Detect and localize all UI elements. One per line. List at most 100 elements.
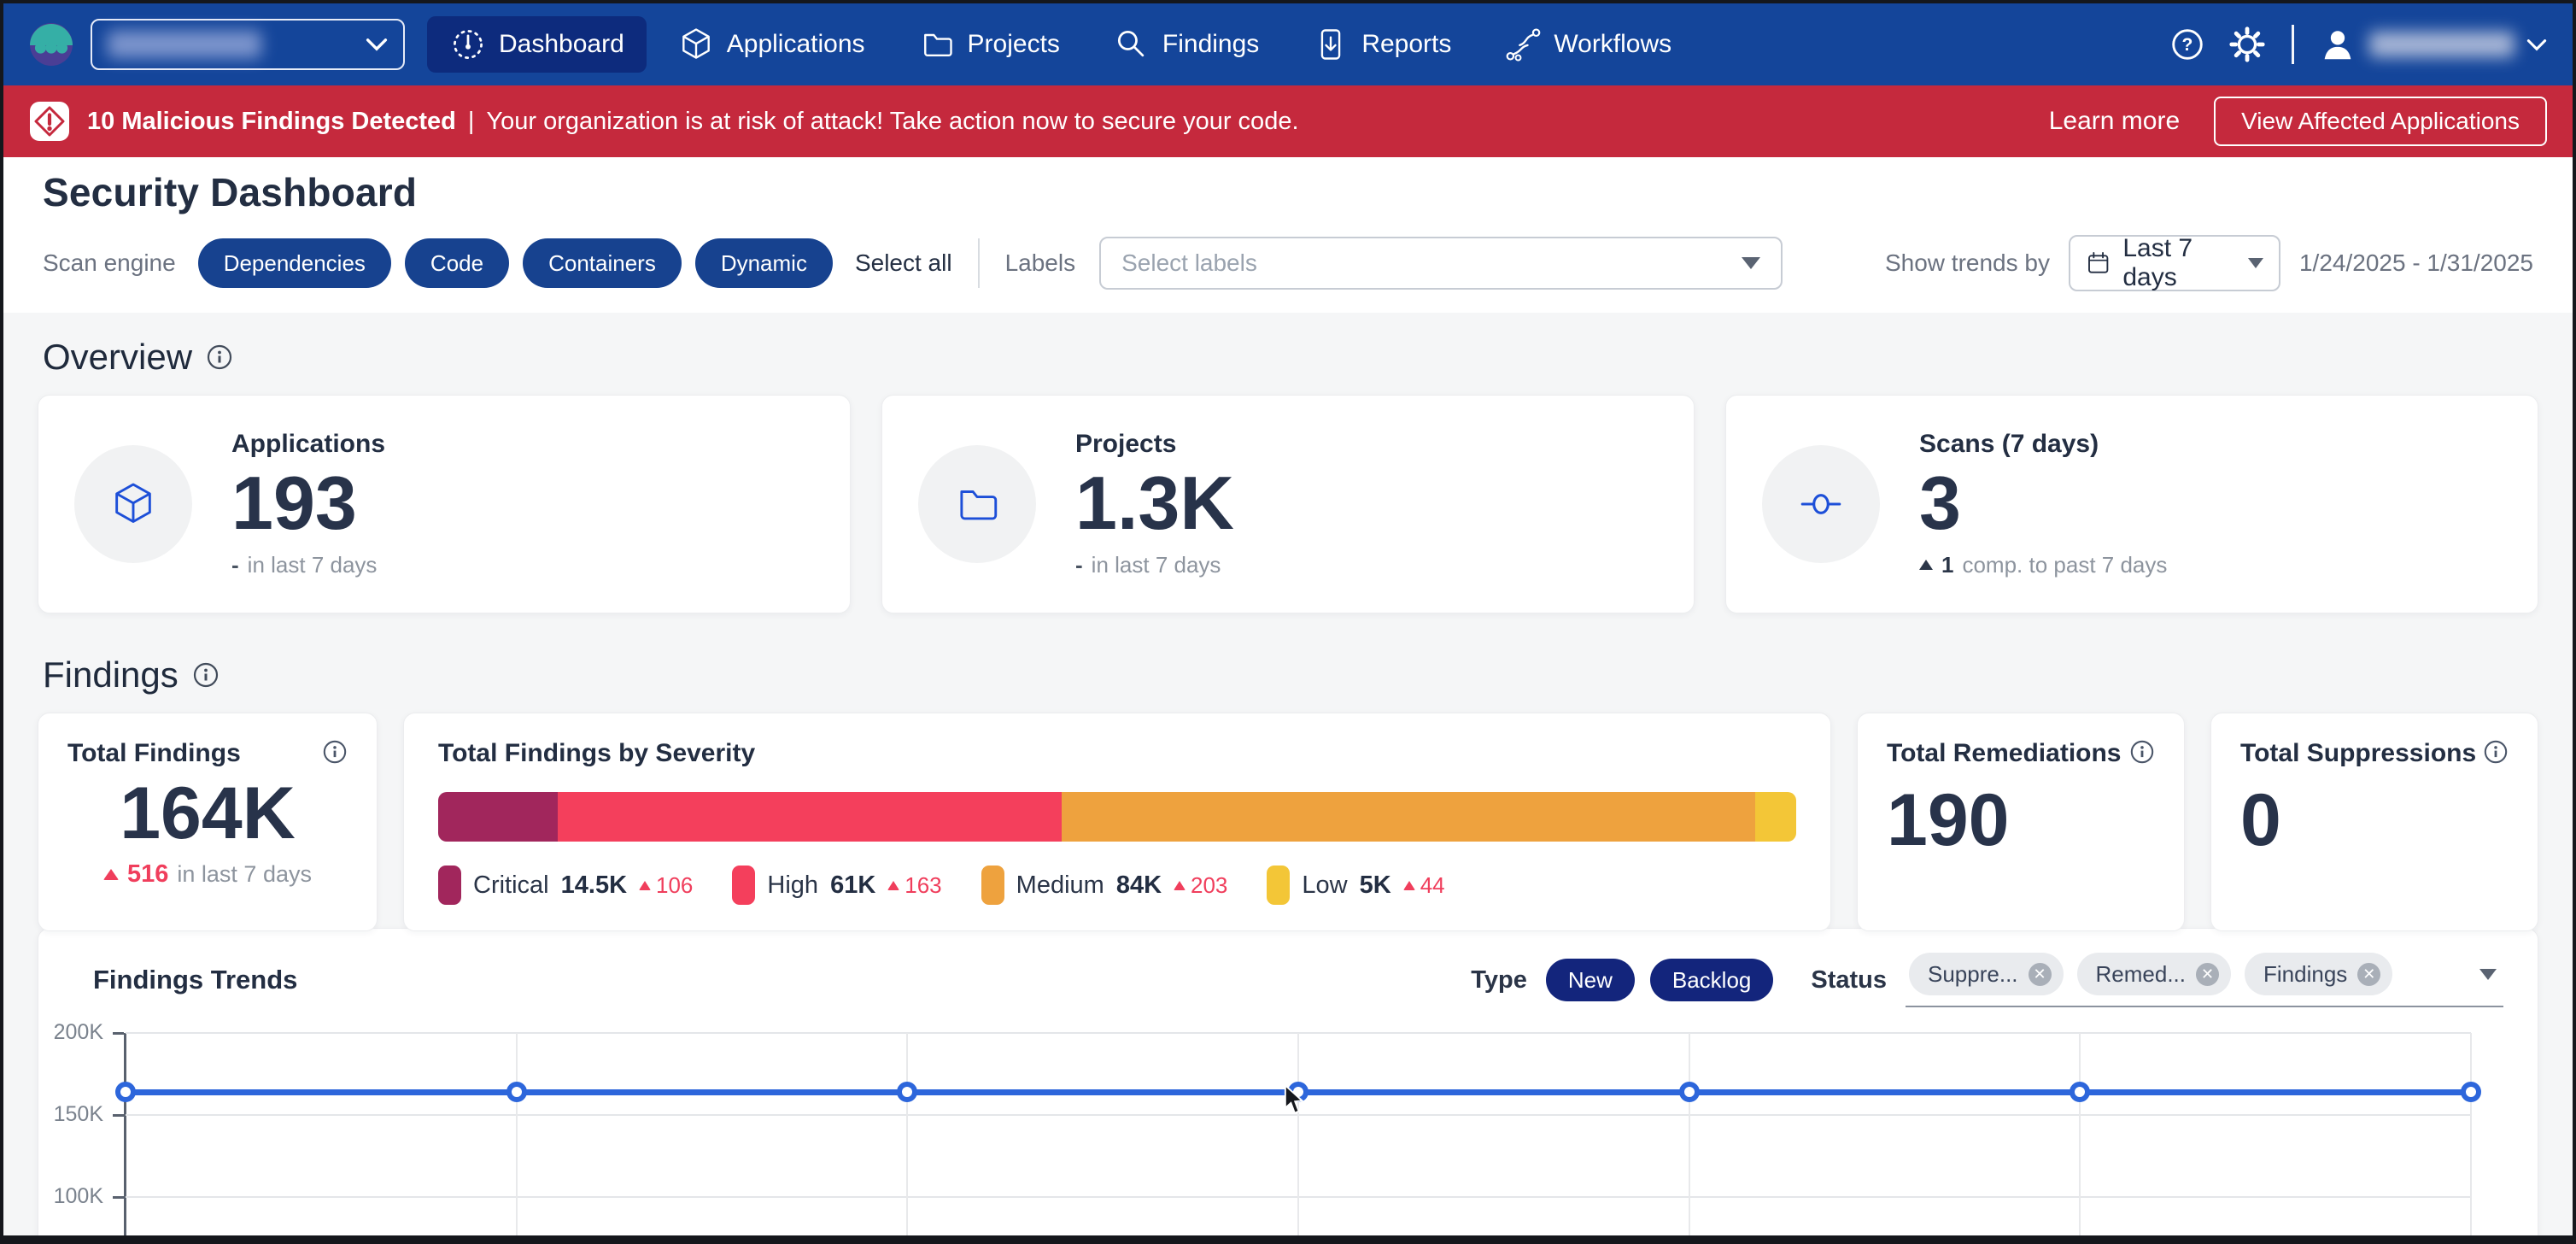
nav-label: Workflows (1554, 30, 1671, 59)
organization-selector[interactable] (91, 19, 405, 70)
engine-pill-dependencies[interactable]: Dependencies (198, 238, 391, 288)
info-icon[interactable] (2483, 739, 2509, 765)
nav-item-workflows[interactable]: Workflows (1482, 16, 1694, 73)
y-tick (113, 1032, 124, 1035)
card-subtext: 1 comp. to past 7 days (1919, 552, 2167, 578)
nav-item-findings[interactable]: Findings (1091, 16, 1281, 73)
show-trends-label: Show trends by (1885, 249, 2050, 277)
learn-more-link[interactable]: Learn more (2049, 107, 2180, 136)
gridline-v (2079, 1033, 2081, 1235)
scan-engine-pills: Dependencies Code Containers Dynamic (198, 238, 833, 288)
info-icon[interactable] (206, 343, 233, 371)
engine-pill-dynamic[interactable]: Dynamic (695, 238, 833, 288)
gridline-v (2470, 1033, 2472, 1235)
total-findings-card: Total Findings 164K 516 in last 7 days (38, 713, 378, 931)
legend-delta: 203 (1174, 872, 1227, 899)
card-label: Scans (7 days) (1919, 430, 2167, 459)
legend-item-low: Low 5K 44 (1267, 866, 1444, 905)
top-nav: Dashboard Applications Projects (3, 3, 2573, 85)
organization-name-redacted (108, 31, 261, 58)
nav-item-dashboard[interactable]: Dashboard (427, 16, 647, 73)
legend-value: 5K (1360, 871, 1391, 900)
gridline-v (1297, 1033, 1299, 1235)
y-tick (113, 1196, 124, 1199)
trend-point[interactable] (2461, 1082, 2481, 1102)
report-document-icon (1312, 26, 1349, 63)
severity-segment-medium[interactable] (1062, 792, 1755, 842)
nav-utilities: ? (2167, 24, 2547, 65)
nav-item-reports[interactable]: Reports (1290, 16, 1473, 73)
folder-icon (952, 479, 1002, 529)
gear-icon (2228, 25, 2267, 64)
caret-down-icon (1742, 257, 1760, 269)
select-all-link[interactable]: Select all (855, 249, 952, 277)
engine-pill-containers[interactable]: Containers (523, 238, 682, 288)
nav-label: Reports (1361, 30, 1451, 59)
remove-chip-icon[interactable]: ✕ (2196, 963, 2219, 986)
user-name-redacted (2369, 32, 2515, 57)
trend-point[interactable] (506, 1082, 527, 1102)
search-icon (1113, 26, 1150, 63)
delta-up-icon (1403, 881, 1415, 890)
card-value: 3 (1919, 464, 2167, 543)
trend-point[interactable] (2070, 1082, 2090, 1102)
view-affected-applications-button[interactable]: View Affected Applications (2214, 97, 2547, 146)
page-header: Security Dashboard Scan engine Dependenc… (3, 157, 2573, 313)
legend-delta: 106 (639, 872, 693, 899)
nav-item-projects[interactable]: Projects (896, 16, 1082, 73)
card-label: Projects (1075, 430, 1234, 459)
date-range-text: 1/24/2025 - 1/31/2025 (2299, 249, 2533, 277)
trend-point[interactable] (115, 1082, 136, 1102)
legend-name: High (767, 871, 818, 900)
info-icon[interactable] (192, 661, 220, 689)
labels-label: Labels (1005, 249, 1076, 277)
severity-segment-critical[interactable] (438, 792, 558, 842)
gridline-v (516, 1033, 518, 1235)
user-menu[interactable] (2318, 25, 2547, 64)
app-window: Dashboard Applications Projects (0, 0, 2576, 1244)
total-suppressions-value: 0 (2240, 782, 2509, 859)
engine-pill-code[interactable]: Code (405, 238, 509, 288)
overview-title: Overview (43, 337, 192, 378)
gridline-v (1689, 1033, 1690, 1235)
info-icon[interactable] (2129, 739, 2155, 765)
legend-name: Low (1302, 871, 1347, 900)
subtext: in last 7 days (1092, 552, 1221, 578)
status-label: Status (1811, 966, 1887, 995)
total-suppressions-card: Total Suppressions 0 (2210, 713, 2538, 931)
trend-point[interactable] (897, 1082, 917, 1102)
remove-chip-icon[interactable]: ✕ (2029, 963, 2052, 986)
calendar-icon (2086, 249, 2111, 278)
labels-select[interactable]: Select labels (1099, 237, 1783, 290)
legend-delta: 163 (887, 872, 941, 899)
total-remediations-value: 190 (1887, 782, 2155, 859)
trend-point[interactable] (1679, 1082, 1700, 1102)
severity-segment-high[interactable] (558, 792, 1062, 842)
info-icon[interactable] (322, 739, 348, 765)
applications-icon-circle (74, 445, 192, 563)
card-label: Total Findings by Severity (438, 739, 755, 767)
type-pill-new[interactable]: New (1546, 959, 1635, 1001)
severity-segment-low[interactable] (1755, 792, 1796, 842)
nav-item-applications[interactable]: Applications (655, 16, 887, 73)
trends-title: Findings Trends (93, 965, 297, 995)
card-subtext: - in last 7 days (1075, 552, 1234, 578)
date-range-select[interactable]: Last 7 days (2069, 235, 2280, 291)
chip-label: Findings (2263, 961, 2347, 988)
alert-body: Your organization is at risk of attack! … (486, 108, 1298, 136)
malicious-findings-alert-banner: 10 Malicious Findings Detected | Your or… (3, 85, 2573, 157)
remove-chip-icon[interactable]: ✕ (2357, 963, 2380, 986)
legend-delta: 44 (1403, 872, 1445, 899)
nav-label: Projects (968, 30, 1060, 59)
status-chip-suppressed: Suppre... ✕ (1909, 953, 2064, 995)
status-multiselect[interactable]: Suppre... ✕ Remed... ✕ Findings ✕ (1906, 953, 2503, 1007)
caret-down-icon (2248, 258, 2263, 268)
help-button[interactable]: ? (2167, 24, 2208, 65)
settings-button[interactable] (2227, 24, 2268, 65)
type-pill-backlog[interactable]: Backlog (1650, 959, 1774, 1001)
legend-item-medium: Medium 84K 203 (981, 866, 1228, 905)
legend-swatch (732, 866, 755, 905)
severity-card: Total Findings by Severity Critical 14.5… (403, 713, 1831, 931)
nav-label: Findings (1162, 30, 1259, 59)
legend-item-critical: Critical 14.5K 106 (438, 866, 693, 905)
